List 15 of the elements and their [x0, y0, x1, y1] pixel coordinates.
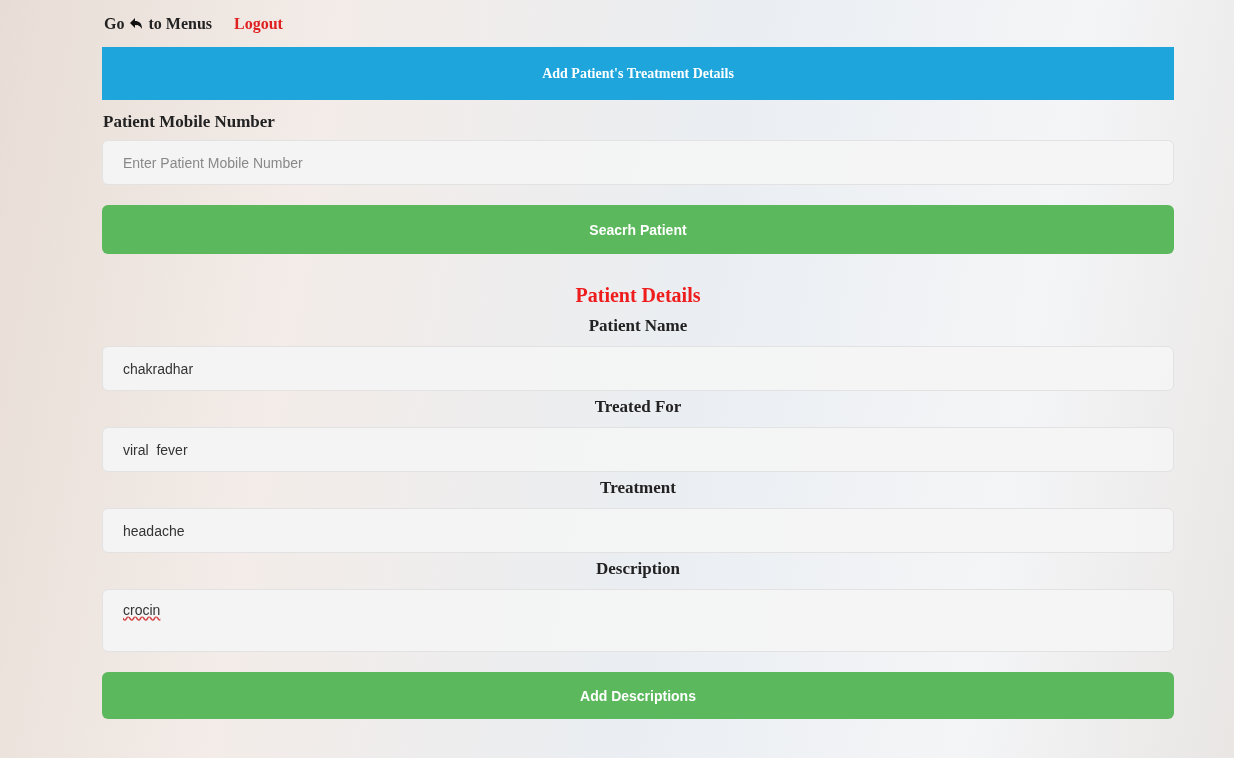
page-header: Add Patient's Treatment Details [102, 47, 1174, 100]
field-label: Patient Name [587, 316, 689, 336]
field-label: Treated For [593, 397, 683, 417]
logout-link[interactable]: Logout [234, 14, 283, 33]
field-label: Description [594, 559, 681, 579]
mobile-number-field[interactable]: Enter Patient Mobile Number [102, 140, 1174, 185]
back-arrow-icon [129, 16, 144, 31]
text-field[interactable]: chakradhar [102, 346, 1174, 391]
text-field[interactable]: viral fever [102, 427, 1174, 472]
description-field[interactable]: crocin [102, 589, 1174, 652]
text-field[interactable]: headache [102, 508, 1174, 553]
section-title: Patient Details [574, 284, 702, 307]
field-label: Patient Mobile Number [103, 112, 276, 132]
field-label: Treatment [599, 478, 677, 498]
menus-link[interactable]: Go to Menus [104, 14, 212, 33]
